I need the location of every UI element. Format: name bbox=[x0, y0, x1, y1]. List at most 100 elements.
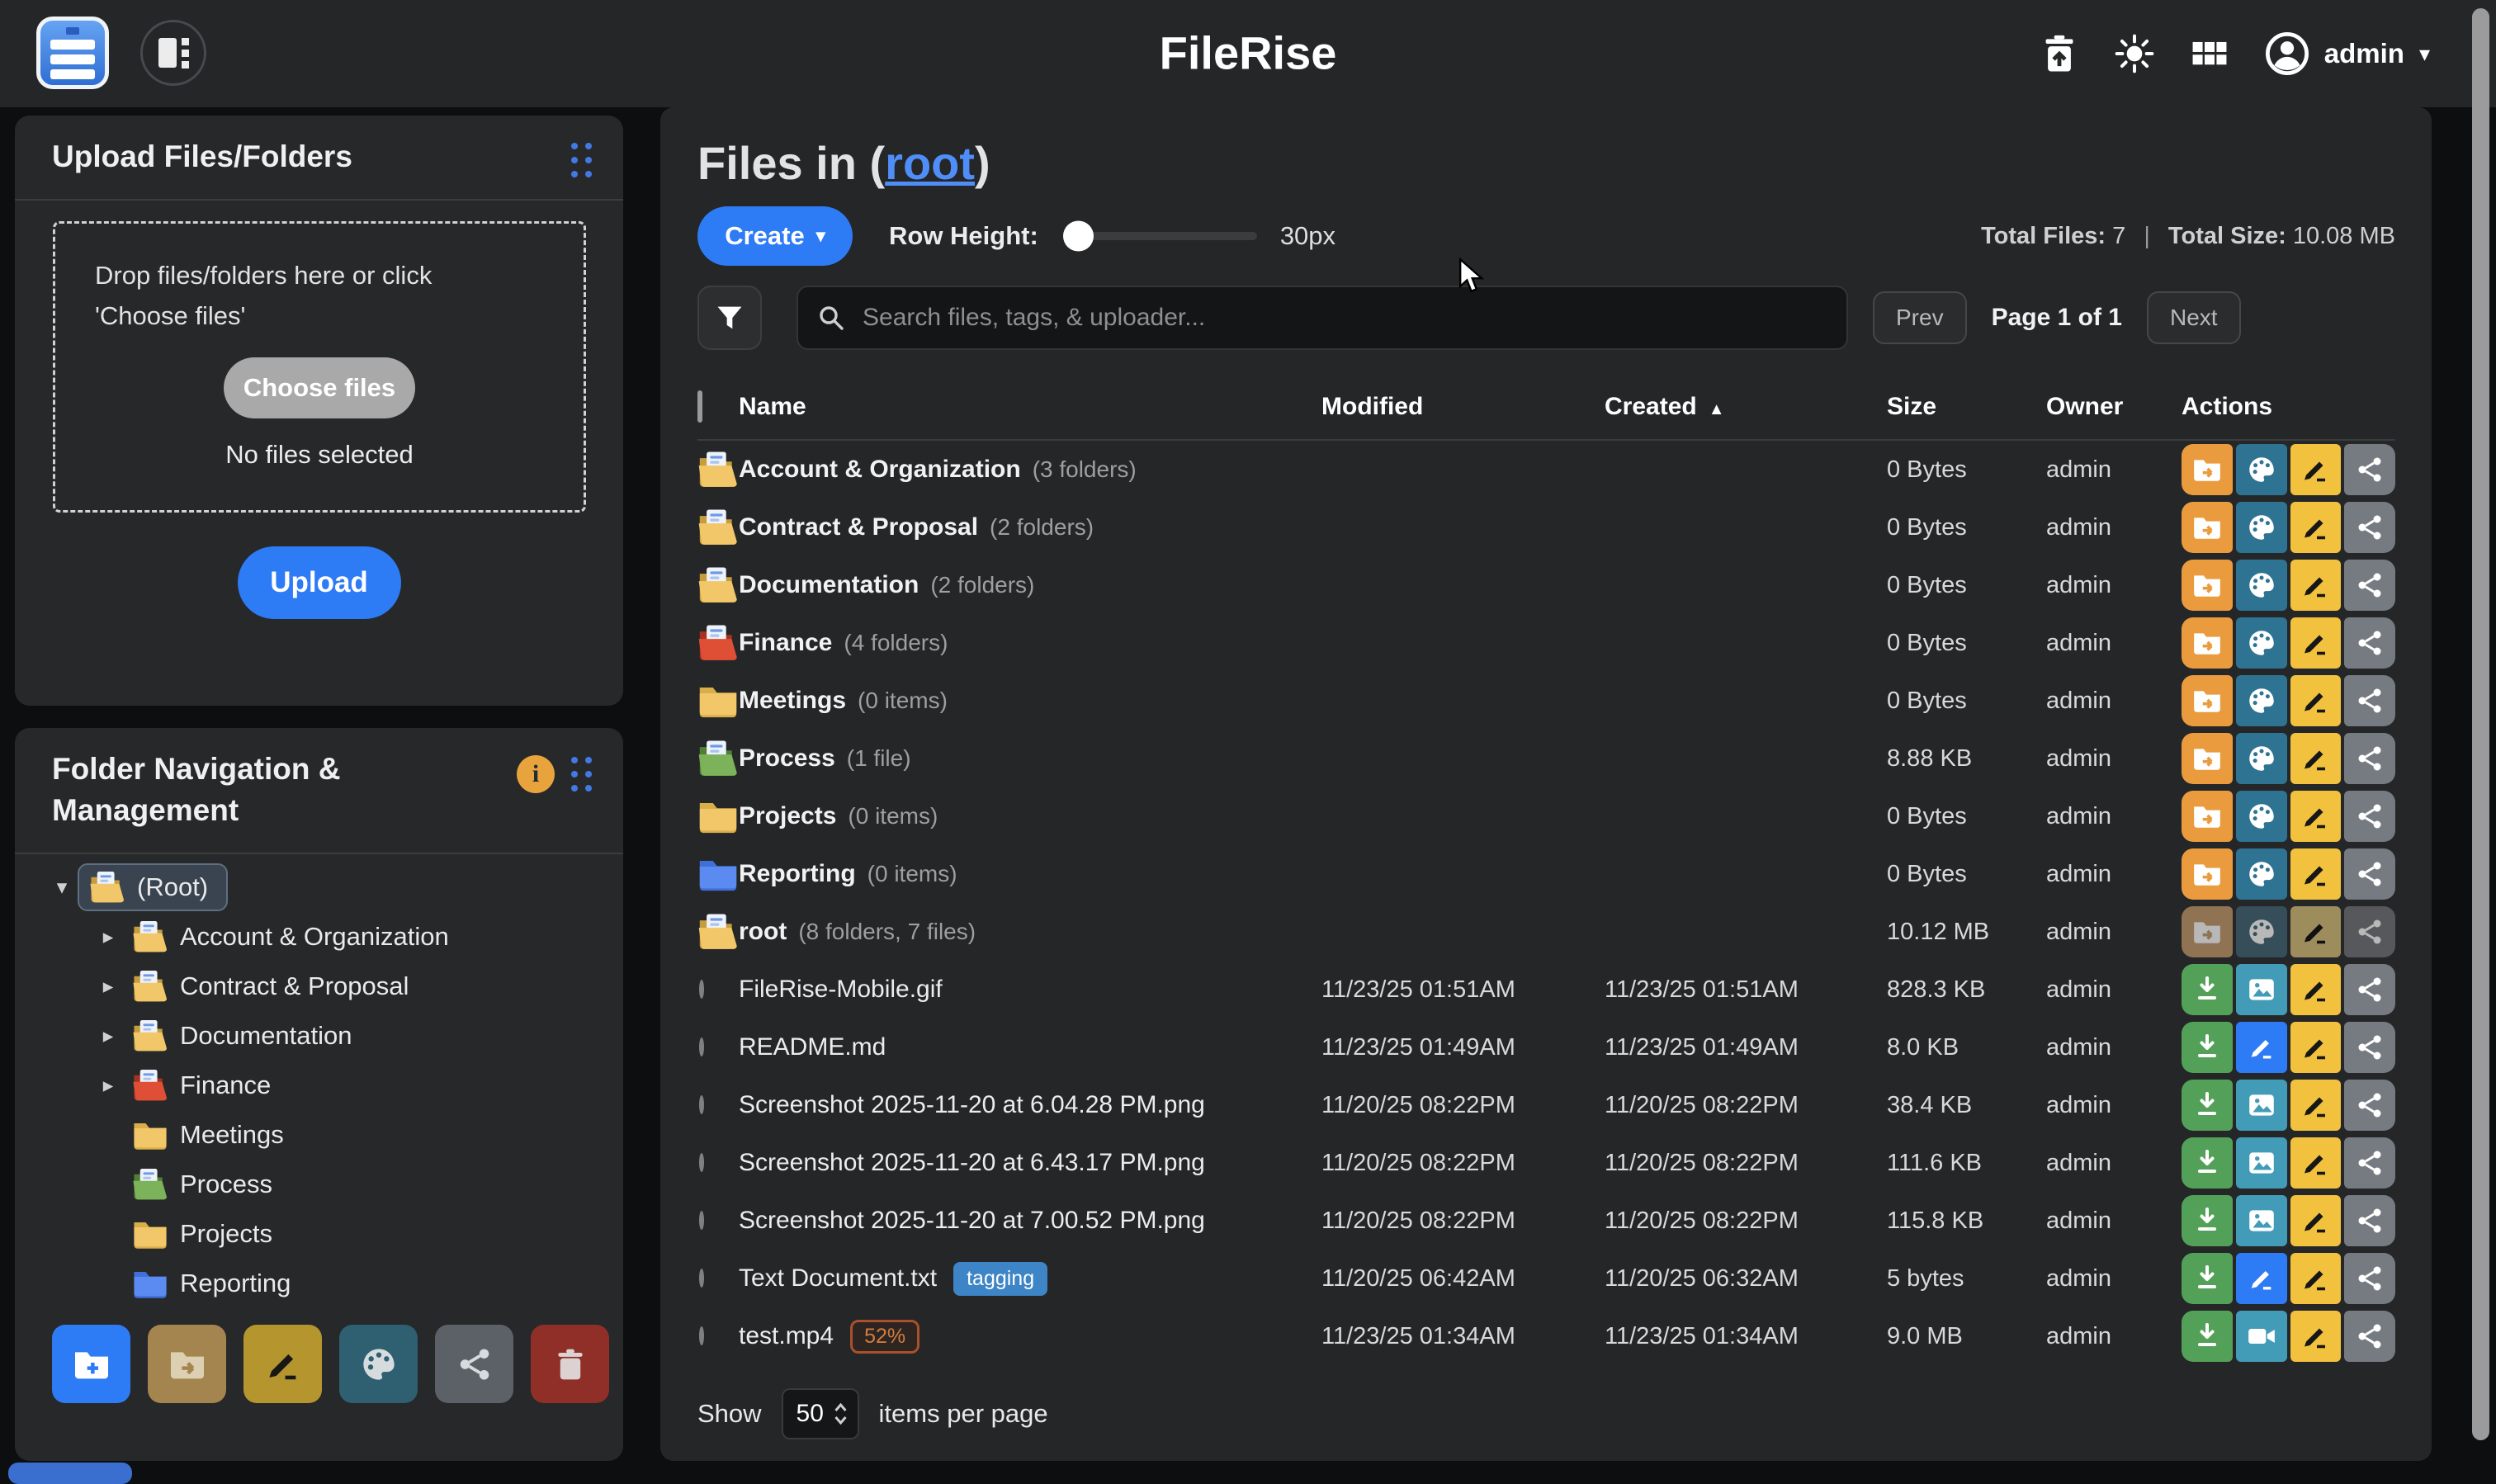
column-header-owner[interactable]: Owner bbox=[2046, 393, 2182, 421]
folder-tree-item[interactable]: ▸ bbox=[46, 1011, 607, 1061]
folder-row[interactable]: Process(1 file) 8.88 KB admin bbox=[697, 730, 2395, 787]
share-folder-button[interactable] bbox=[2344, 502, 2395, 553]
file-name[interactable]: Screenshot 2025-11-20 at 7.00.52 PM.png bbox=[739, 1207, 1205, 1235]
rename-file-button[interactable] bbox=[2290, 1022, 2342, 1073]
folder-color-button[interactable] bbox=[2236, 617, 2287, 669]
rename-folder-button[interactable] bbox=[2290, 675, 2342, 726]
folder-tree-item[interactable]: Projects bbox=[46, 1209, 607, 1259]
file-name[interactable]: Text Document.txt bbox=[739, 1264, 937, 1293]
folder-row[interactable]: Contract & Proposal(2 folders) 0 Bytes a… bbox=[697, 499, 2395, 556]
open-folder-button[interactable] bbox=[2182, 502, 2233, 553]
rename-folder-button[interactable] bbox=[2290, 502, 2342, 553]
folder-row[interactable]: Documentation(2 folders) 0 Bytes admin bbox=[697, 556, 2395, 614]
file-name[interactable]: README.md bbox=[739, 1033, 886, 1061]
file-row[interactable]: Screenshot 2025-11-20 at 7.00.52 PM.png … bbox=[697, 1192, 2395, 1250]
filter-button[interactable] bbox=[697, 286, 762, 350]
delete-folder-button[interactable] bbox=[531, 1325, 609, 1403]
file-name[interactable]: Screenshot 2025-11-20 at 6.43.17 PM.png bbox=[739, 1149, 1205, 1177]
rename-folder-button[interactable] bbox=[2290, 791, 2342, 842]
share-folder-button[interactable] bbox=[2344, 733, 2395, 784]
folder-name[interactable]: Finance bbox=[739, 629, 832, 657]
folder-tree-item[interactable]: ▾ bbox=[46, 863, 607, 912]
download-button[interactable] bbox=[2182, 1311, 2233, 1362]
folder-name[interactable]: Contract & Proposal bbox=[739, 513, 978, 541]
folder-name[interactable]: Documentation bbox=[739, 571, 919, 599]
row-checkbox[interactable] bbox=[699, 1037, 704, 1056]
move-folder-button[interactable] bbox=[148, 1325, 226, 1403]
folder-color-button[interactable] bbox=[2236, 733, 2287, 784]
app-logo[interactable] bbox=[36, 17, 109, 89]
download-button[interactable] bbox=[2182, 964, 2233, 1015]
folder-row[interactable]: Reporting(0 items) 0 Bytes admin bbox=[697, 845, 2395, 903]
share-file-button[interactable] bbox=[2344, 1022, 2395, 1073]
apps-grid-button[interactable] bbox=[2191, 35, 2229, 73]
open-folder-button[interactable] bbox=[2182, 791, 2233, 842]
rename-folder-button[interactable] bbox=[2290, 444, 2342, 495]
share-folder-button[interactable] bbox=[2344, 848, 2395, 900]
rename-file-button[interactable] bbox=[2290, 1080, 2342, 1131]
user-menu[interactable]: admin ▾ bbox=[2265, 31, 2430, 76]
caret-icon[interactable]: ▸ bbox=[92, 974, 124, 999]
preview-image-button[interactable] bbox=[2236, 1080, 2287, 1131]
rename-folder-button[interactable] bbox=[243, 1325, 322, 1403]
scrollbar-thumb[interactable] bbox=[2472, 8, 2489, 1440]
folder-color-button[interactable] bbox=[2236, 675, 2287, 726]
rename-file-button[interactable] bbox=[2290, 1253, 2342, 1304]
share-folder-button[interactable] bbox=[2344, 906, 2395, 957]
share-folder-button[interactable] bbox=[2344, 560, 2395, 611]
create-button[interactable]: Create▾ bbox=[697, 206, 853, 266]
sidebar-toggle-button[interactable] bbox=[140, 20, 206, 86]
preview-image-button[interactable] bbox=[2236, 1137, 2287, 1189]
share-file-button[interactable] bbox=[2344, 1253, 2395, 1304]
row-checkbox[interactable] bbox=[699, 1326, 704, 1345]
edit-file-button[interactable] bbox=[2236, 1253, 2287, 1304]
rename-folder-button[interactable] bbox=[2290, 848, 2342, 900]
share-file-button[interactable] bbox=[2344, 1137, 2395, 1189]
preview-image-button[interactable] bbox=[2236, 1195, 2287, 1246]
file-row[interactable]: FileRise-Mobile.gif 11/23/25 01:51AM 11/… bbox=[697, 961, 2395, 1018]
folder-name[interactable]: Reporting bbox=[739, 860, 856, 888]
folder-tree-item[interactable]: Process bbox=[46, 1160, 607, 1209]
drag-handle-icon[interactable] bbox=[571, 757, 592, 792]
folder-tree-item[interactable]: Reporting bbox=[46, 1259, 607, 1308]
rename-folder-button[interactable] bbox=[2290, 560, 2342, 611]
share-folder-button[interactable] bbox=[435, 1325, 513, 1403]
rename-file-button[interactable] bbox=[2290, 964, 2342, 1015]
file-name[interactable]: test.mp4 bbox=[739, 1322, 834, 1350]
row-checkbox[interactable] bbox=[699, 980, 704, 999]
folder-color-button[interactable] bbox=[2236, 848, 2287, 900]
caret-icon[interactable]: ▸ bbox=[92, 1023, 124, 1048]
folder-name[interactable]: Projects bbox=[739, 802, 836, 830]
folder-row[interactable]: root(8 folders, 7 files) 10.12 MB admin bbox=[697, 903, 2395, 961]
open-folder-button[interactable] bbox=[2182, 444, 2233, 495]
open-folder-button[interactable] bbox=[2182, 617, 2233, 669]
caret-icon[interactable]: ▸ bbox=[92, 924, 124, 949]
folder-color-button[interactable] bbox=[2236, 791, 2287, 842]
choose-files-button[interactable]: Choose files bbox=[224, 357, 415, 418]
select-all-checkbox[interactable] bbox=[697, 390, 702, 423]
share-file-button[interactable] bbox=[2344, 964, 2395, 1015]
items-per-page-select[interactable]: 50 bbox=[782, 1388, 859, 1439]
share-folder-button[interactable] bbox=[2344, 675, 2395, 726]
share-file-button[interactable] bbox=[2344, 1195, 2395, 1246]
folder-name[interactable]: Account & Organization bbox=[739, 456, 1021, 484]
rename-file-button[interactable] bbox=[2290, 1195, 2342, 1246]
caret-icon[interactable]: ▸ bbox=[92, 1073, 124, 1098]
rename-folder-button[interactable] bbox=[2290, 617, 2342, 669]
folder-tree-item[interactable]: ▸ bbox=[46, 1061, 607, 1110]
column-header-name[interactable]: Name bbox=[739, 393, 1321, 421]
search-input[interactable] bbox=[861, 303, 1828, 333]
folder-row[interactable]: Projects(0 items) 0 Bytes admin bbox=[697, 787, 2395, 845]
folder-row[interactable]: Finance(4 folders) 0 Bytes admin bbox=[697, 614, 2395, 672]
folder-name[interactable]: Meetings bbox=[739, 687, 846, 715]
download-button[interactable] bbox=[2182, 1022, 2233, 1073]
row-height-slider[interactable] bbox=[1063, 232, 1257, 240]
folder-tree-item[interactable]: Meetings bbox=[46, 1110, 607, 1160]
next-page-button[interactable]: Next bbox=[2147, 291, 2241, 344]
column-header-modified[interactable]: Modified bbox=[1321, 393, 1605, 421]
folder-color-button[interactable] bbox=[2236, 502, 2287, 553]
open-folder-button[interactable] bbox=[2182, 848, 2233, 900]
share-folder-button[interactable] bbox=[2344, 617, 2395, 669]
caret-icon[interactable]: ▾ bbox=[46, 875, 78, 900]
file-row[interactable]: test.mp4 52% 11/23/25 01:34AM 11/23/25 0… bbox=[697, 1307, 2395, 1365]
